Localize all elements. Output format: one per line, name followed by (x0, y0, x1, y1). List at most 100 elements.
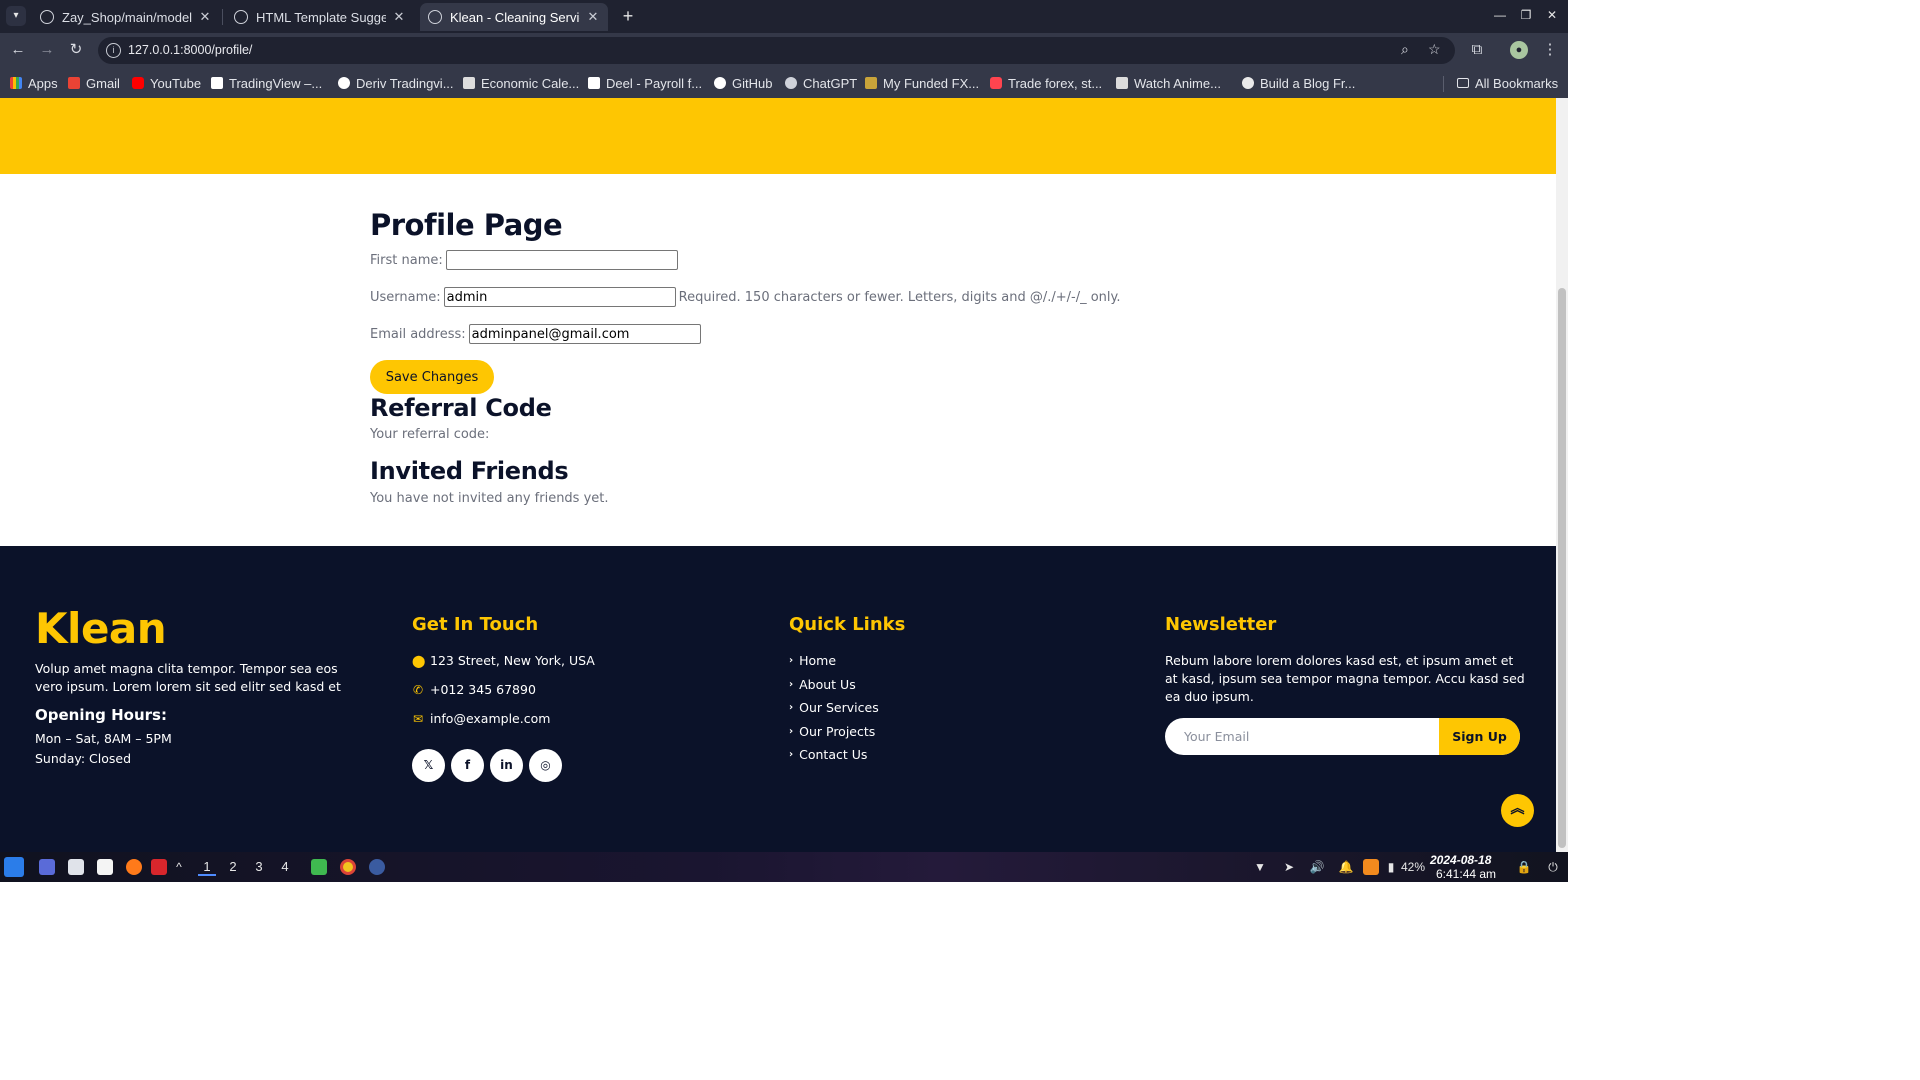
quick-link-about[interactable]: › About Us (789, 677, 856, 692)
facebook-icon[interactable]: f (451, 749, 484, 782)
text-editor-icon[interactable] (97, 859, 113, 875)
email-label: Email address: (370, 326, 466, 342)
tab-klean[interactable]: Klean - Cleaning Services ✕ (420, 3, 608, 31)
quick-link-projects[interactable]: › Our Projects (789, 724, 875, 739)
bookmark-build-a-blog[interactable]: Build a Blog Fr... (1242, 74, 1355, 92)
bookmark-my-funded-fx[interactable]: My Funded FX... (865, 74, 979, 92)
close-icon[interactable]: ✕ (586, 9, 600, 25)
tab-search-button[interactable]: ▾ (6, 6, 26, 26)
workspace-3[interactable]: 3 (250, 858, 268, 876)
address-bar[interactable]: i 127.0.0.1:8000/profile/ ⌕ ☆ (98, 37, 1455, 64)
workspace-2[interactable]: 2 (224, 858, 242, 876)
bookmark-youtube[interactable]: YouTube (132, 74, 201, 92)
browser-tab-bar: ▾ Zay_Shop/main/models.py ✕ HTML Templat… (0, 0, 1568, 33)
clock-time[interactable]: 6:41:44 am (1436, 867, 1496, 881)
back-arrow-icon[interactable]: ← (8, 40, 28, 60)
workspace-4[interactable]: 4 (276, 858, 294, 876)
telegram-icon[interactable]: ➤ (1281, 858, 1297, 876)
bookmark-watch-anime[interactable]: Watch Anime... (1116, 74, 1221, 92)
double-chevron-up-icon: ︽ (1510, 801, 1525, 817)
lock-icon[interactable]: 🔒 (1516, 858, 1532, 876)
sign-up-button[interactable]: Sign Up (1439, 718, 1520, 755)
update-icon[interactable] (1363, 859, 1379, 875)
youtube-icon (132, 77, 144, 89)
menu-kebab-icon[interactable]: ⋮ (1540, 40, 1560, 60)
bookmark-label: Build a Blog Fr... (1260, 75, 1356, 91)
bookmarks-bar: Apps Gmail YouTube TradingView –... Deri… (0, 68, 1568, 98)
forward-arrow-icon[interactable]: → (37, 40, 57, 60)
username-field[interactable] (443, 287, 676, 307)
instagram-icon[interactable]: ◎ (529, 749, 562, 782)
invited-friends-heading: Invited Friends (370, 457, 569, 485)
chevron-right-icon: › (789, 749, 794, 760)
tab-zay-shop[interactable]: Zay_Shop/main/models.py ✕ (32, 3, 220, 31)
email-field[interactable] (468, 324, 701, 344)
bookmark-separator (1443, 76, 1444, 92)
quick-link-contact[interactable]: › Contact Us (789, 747, 867, 762)
quick-link-label: About Us (799, 677, 856, 692)
quick-link-label: Contact Us (799, 747, 868, 762)
terminal-icon[interactable] (151, 859, 167, 875)
volume-icon[interactable]: 🔊 (1309, 858, 1325, 876)
new-tab-button[interactable]: + (618, 6, 638, 26)
profile-avatar-icon[interactable]: ● (1510, 41, 1528, 59)
desktop-icon[interactable] (39, 859, 55, 875)
bookmark-star-icon[interactable]: ☆ (1428, 41, 1441, 58)
bookmark-deel[interactable]: Deel - Payroll f... (588, 74, 702, 92)
zoom-icon[interactable]: ⌕ (1401, 41, 1409, 58)
chrome-icon[interactable] (340, 859, 356, 875)
bookmark-economic-calendar[interactable]: Economic Cale... (463, 74, 579, 92)
opening-hours-sunday: Sunday: Closed (35, 751, 132, 766)
footer-brand-logo[interactable]: Klean (35, 604, 167, 653)
site-info-icon[interactable]: i (106, 43, 121, 58)
app-launcher-icon[interactable] (369, 859, 385, 875)
page-scrollbar[interactable] (1556, 98, 1568, 852)
twitter-icon[interactable]: 𝕏 (412, 749, 445, 782)
bookmark-deriv[interactable]: Deriv Tradingvi... (338, 74, 454, 92)
chatgpt-icon (785, 77, 797, 89)
back-to-top-button[interactable]: ︽ (1501, 794, 1534, 827)
reload-icon[interactable]: ↻ (66, 40, 86, 60)
newsletter-email-input[interactable] (1165, 718, 1439, 755)
url-text[interactable]: 127.0.0.1:8000/profile/ (128, 43, 252, 57)
notification-bell-icon[interactable]: 🔔 (1338, 858, 1354, 876)
apps-grid-icon (10, 77, 22, 89)
github-icon (40, 10, 54, 24)
close-icon[interactable]: ✕ (392, 9, 406, 25)
chevron-up-icon[interactable]: ^ (174, 858, 184, 876)
header-band (0, 98, 1556, 174)
bookmark-apps[interactable]: Apps (10, 74, 58, 92)
firefox-icon[interactable] (126, 859, 142, 875)
globe-icon (428, 10, 442, 24)
bookmark-label: Apps (28, 75, 58, 91)
close-icon[interactable]: ✕ (198, 9, 212, 25)
extensions-icon[interactable]: ⧉ (1467, 40, 1487, 60)
workspace-1[interactable]: 1 (198, 858, 216, 876)
scrollbar-thumb[interactable] (1558, 288, 1566, 848)
quick-link-services[interactable]: › Our Services (789, 700, 879, 715)
contact-email-text[interactable]: info@example.com (430, 711, 550, 726)
save-changes-button[interactable]: Save Changes (370, 360, 494, 394)
first-name-field[interactable] (445, 250, 678, 270)
bookmark-tradingview[interactable]: TradingView –... (211, 74, 322, 92)
quick-links-heading: Quick Links (789, 614, 906, 635)
wifi-icon[interactable]: ▼ (1252, 858, 1268, 876)
bookmark-chatgpt[interactable]: ChatGPT (785, 74, 857, 92)
bookmark-github[interactable]: GitHub (714, 74, 772, 92)
power-icon[interactable]: ⏻ (1545, 858, 1561, 876)
bookmark-trade-forex[interactable]: Trade forex, st... (990, 74, 1102, 92)
maximize-icon[interactable]: ❐ (1518, 8, 1534, 22)
minimize-icon[interactable]: — (1492, 8, 1508, 22)
tab-title: Zay_Shop/main/models.py (62, 9, 192, 25)
quick-link-home[interactable]: › Home (789, 653, 836, 668)
all-bookmarks[interactable]: All Bookmarks (1457, 74, 1558, 92)
window-close-icon[interactable]: ✕ (1544, 8, 1560, 22)
bookmark-gmail[interactable]: Gmail (68, 74, 120, 92)
tab-html-template[interactable]: HTML Template Suggesti ✕ (226, 3, 414, 31)
file-manager-icon[interactable] (68, 859, 84, 875)
battery-icon[interactable]: ▮ (1385, 858, 1397, 876)
pycharm-icon[interactable] (311, 859, 327, 875)
linkedin-icon[interactable]: in (490, 749, 523, 782)
start-menu-icon[interactable] (4, 857, 24, 877)
clock-date[interactable]: 2024-08-18 (1430, 853, 1491, 867)
